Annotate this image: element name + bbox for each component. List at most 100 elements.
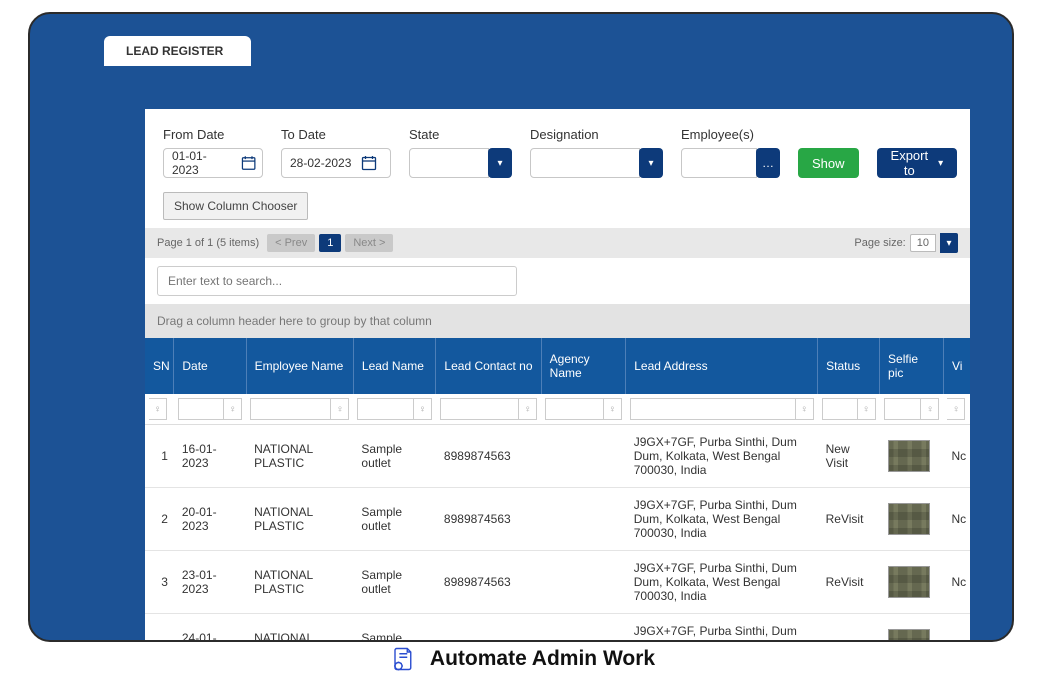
filter-icon[interactable]: ♀ (858, 398, 876, 420)
ellipsis-icon: … (756, 148, 780, 178)
col-employee-name[interactable]: Employee Name (246, 338, 353, 394)
designation-label: Designation (530, 127, 663, 142)
column-chooser-button[interactable]: Show Column Chooser (163, 192, 308, 220)
table-row[interactable]: 323-01-2023NATIONAL PLASTICSample outlet… (145, 551, 970, 614)
cell-lead: Sample outlet (353, 488, 436, 551)
cell-emp: NATIONAL PLASTIC (246, 614, 353, 643)
table-filter-row: ♀ ♀ ♀ ♀ ♀ ♀ ♀ ♀ ♀ ♀ (145, 394, 970, 425)
chevron-down-icon: ▾ (946, 238, 951, 249)
state-label: State (409, 127, 512, 142)
cell-vi: Nc (943, 488, 970, 551)
filter-icon[interactable]: ♀ (519, 398, 537, 420)
filter-date[interactable] (178, 398, 224, 420)
cell-status: ReVisit (818, 488, 880, 551)
cell-selfie[interactable] (880, 488, 944, 551)
group-by-bar[interactable]: Drag a column header here to group by th… (145, 304, 970, 338)
footer-caption: Automate Admin Work (0, 645, 1043, 673)
col-lead-contact[interactable]: Lead Contact no (436, 338, 541, 394)
cell-selfie[interactable] (880, 425, 944, 488)
employees-label: Employee(s) (681, 127, 780, 142)
col-vi[interactable]: Vi (943, 338, 970, 394)
cell-emp: NATIONAL PLASTIC (246, 425, 353, 488)
cell-address: J9GX+7GF, Purba Sinthi, Dum Dum, Kolkata… (626, 488, 818, 551)
page-size-dropdown[interactable]: ▾ (940, 233, 958, 253)
cell-contact: 8989874563 (436, 551, 541, 614)
cell-sn: 2 (145, 488, 174, 551)
filter-lead[interactable] (357, 398, 414, 420)
to-date-input[interactable]: 28-02-2023 (281, 148, 391, 178)
cell-status: New Visit (818, 425, 880, 488)
filter-icon[interactable]: ♀ (149, 398, 167, 420)
filter-agency[interactable] (545, 398, 604, 420)
export-button[interactable]: Export to ▾ (877, 148, 958, 178)
filter-icon[interactable]: ♀ (414, 398, 432, 420)
cell-date: 24-01-2023 (174, 614, 246, 643)
filter-icon[interactable]: ♀ (224, 398, 242, 420)
search-input[interactable] (157, 266, 517, 296)
selfie-thumbnail (888, 566, 930, 598)
filter-icon[interactable]: ♀ (604, 398, 622, 420)
calendar-icon (361, 155, 377, 171)
page-size-select[interactable]: 10 (910, 234, 936, 252)
state-select[interactable]: ▾ (409, 148, 512, 178)
filter-icon[interactable]: ♀ (921, 398, 939, 420)
selfie-thumbnail (888, 503, 930, 535)
next-page-button[interactable]: Next > (345, 234, 393, 252)
cell-sn: 3 (145, 551, 174, 614)
col-date[interactable]: Date (174, 338, 246, 394)
col-lead-address[interactable]: Lead Address (626, 338, 818, 394)
cell-vi: Nc (943, 551, 970, 614)
main-panel: From Date 01-01-2023 To Date 28-02-2023 … (145, 109, 970, 642)
filter-address[interactable] (630, 398, 796, 420)
from-date-input[interactable]: 01-01-2023 (163, 148, 263, 178)
col-selfie-pic[interactable]: Selfie pic (880, 338, 944, 394)
table-header-row: SN Date Employee Name Lead Name Lead Con… (145, 338, 970, 394)
table-row[interactable]: 116-01-2023NATIONAL PLASTICSample outlet… (145, 425, 970, 488)
pagination-bar: Page 1 of 1 (5 items) < Prev 1 Next > Pa… (145, 228, 970, 258)
from-date-label: From Date (163, 127, 263, 142)
filter-icon[interactable]: ♀ (331, 398, 349, 420)
cell-agency (541, 425, 626, 488)
page-1-button[interactable]: 1 (319, 234, 341, 252)
designation-select[interactable]: ▾ (530, 148, 663, 178)
filter-icon[interactable]: ♀ (947, 398, 965, 420)
cell-sn: 4 (145, 614, 174, 643)
cell-address: J9GX+7GF, Purba Sinthi, Dum Dum, Kolkata… (626, 614, 818, 643)
from-date-value: 01-01-2023 (172, 149, 231, 177)
cell-selfie[interactable] (880, 551, 944, 614)
filter-bar: From Date 01-01-2023 To Date 28-02-2023 … (145, 109, 970, 192)
col-sn[interactable]: SN (145, 338, 174, 394)
prev-page-button[interactable]: < Prev (267, 234, 315, 252)
col-status[interactable]: Status (818, 338, 880, 394)
to-date-label: To Date (281, 127, 391, 142)
filter-icon[interactable]: ♀ (796, 398, 814, 420)
cell-date: 16-01-2023 (174, 425, 246, 488)
cell-agency (541, 551, 626, 614)
chevron-down-icon: ▾ (497, 158, 502, 169)
cell-lead: Sample outlet (353, 551, 436, 614)
filter-contact[interactable] (440, 398, 519, 420)
data-table: SN Date Employee Name Lead Name Lead Con… (145, 338, 970, 642)
table-row[interactable]: 424-01-2023NATIONAL PLASTICSample outlet… (145, 614, 970, 643)
show-button[interactable]: Show (798, 148, 859, 178)
filter-selfie[interactable] (884, 398, 922, 420)
to-date-value: 28-02-2023 (290, 156, 351, 170)
cell-contact: 8989874563 (436, 425, 541, 488)
document-gear-icon (388, 645, 416, 673)
footer-title: Automate Admin Work (430, 647, 655, 671)
cell-status: ReVisit (818, 551, 880, 614)
col-agency-name[interactable]: Agency Name (541, 338, 626, 394)
cell-lead: Sample outlet (353, 614, 436, 643)
table-row[interactable]: 220-01-2023NATIONAL PLASTICSample outlet… (145, 488, 970, 551)
cell-agency (541, 614, 626, 643)
lead-register-tab[interactable]: LEAD REGISTER (104, 36, 251, 66)
col-lead-name[interactable]: Lead Name (353, 338, 436, 394)
cell-selfie[interactable] (880, 614, 944, 643)
selfie-thumbnail (888, 629, 930, 642)
chevron-down-icon: ▾ (938, 158, 943, 169)
filter-emp[interactable] (250, 398, 331, 420)
cell-address: J9GX+7GF, Purba Sinthi, Dum Dum, Kolkata… (626, 425, 818, 488)
employees-select[interactable]: … (681, 148, 780, 178)
filter-status[interactable] (822, 398, 858, 420)
calendar-icon (241, 155, 256, 171)
